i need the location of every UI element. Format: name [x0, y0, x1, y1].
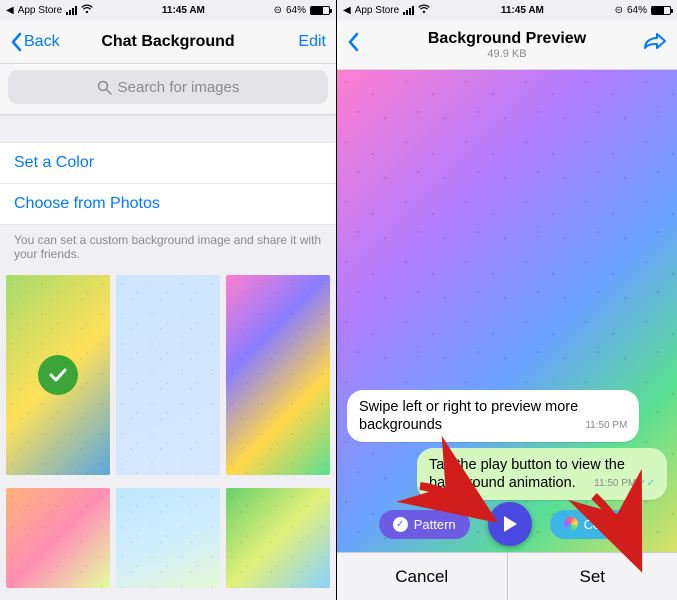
battery-icon	[651, 6, 671, 15]
bg-thumb-1[interactable]	[6, 275, 110, 475]
nav-bar: Back Chat Background Edit	[0, 20, 336, 64]
bg-thumb-6[interactable]	[226, 488, 330, 588]
cancel-button[interactable]: Cancel	[337, 553, 508, 600]
preview-area[interactable]: Swipe left or right to preview more back…	[337, 70, 677, 600]
orientation-lock-icon: ⊝	[274, 5, 282, 16]
share-icon	[643, 32, 667, 52]
bg-thumb-2[interactable]	[116, 275, 220, 475]
screen-chat-background: ◀ App Store 11:45 AM ⊝ 64% Back Chat Bac…	[0, 0, 337, 600]
bottom-toolbar: Cancel Set	[337, 552, 677, 600]
search-input[interactable]: Search for images	[8, 70, 328, 104]
edit-button[interactable]: Edit	[298, 33, 326, 51]
back-to-app-icon[interactable]: ◀	[343, 5, 351, 16]
battery-pct: 64%	[286, 5, 306, 16]
screen-background-preview: ◀ App Store 11:45 AM ⊝ 64% Background Pr…	[337, 0, 677, 600]
play-button[interactable]	[488, 502, 532, 546]
search-icon	[97, 80, 112, 95]
signal-icon	[66, 6, 77, 15]
msg-timestamp: 11:50 PM✓✓	[594, 478, 655, 491]
check-icon: ✓	[393, 517, 408, 532]
set-button[interactable]: Set	[508, 553, 677, 600]
battery-pct: 64%	[627, 5, 647, 16]
page-title: Background Preview 49.9 KB	[337, 30, 677, 60]
msg-bubble-outgoing: Tap the play button to view the backgrou…	[417, 448, 667, 500]
back-to-app-label[interactable]: App Store	[18, 5, 62, 16]
search-container: Search for images	[0, 64, 336, 115]
row-choose-from-photos[interactable]: Choose from Photos	[0, 184, 336, 225]
color-wheel-icon	[564, 517, 578, 531]
back-to-app-icon[interactable]: ◀	[6, 5, 14, 16]
colors-label: Colors	[584, 517, 622, 532]
play-icon	[502, 515, 518, 533]
bg-thumb-5[interactable]	[116, 488, 220, 588]
back-label: Back	[24, 33, 60, 51]
msg-timestamp: 11:50 PM	[585, 420, 627, 433]
colors-button[interactable]: Colors	[550, 510, 636, 539]
search-placeholder: Search for images	[118, 79, 240, 96]
msg-text: Swipe left or right to preview more back…	[359, 399, 578, 433]
section-gap	[0, 115, 336, 143]
selected-check-icon	[38, 355, 78, 395]
clock: 11:45 AM	[162, 5, 205, 16]
back-button[interactable]	[347, 32, 359, 57]
bg-thumb-3[interactable]	[226, 275, 330, 475]
row-set-a-color[interactable]: Set a Color	[0, 143, 336, 184]
share-button[interactable]	[643, 32, 667, 58]
back-to-app-label[interactable]: App Store	[355, 5, 399, 16]
preview-controls: ✓ Pattern Colors	[337, 502, 677, 546]
clock: 11:45 AM	[501, 5, 544, 16]
bg-thumb-4[interactable]	[6, 488, 110, 588]
back-button[interactable]: Back	[10, 32, 60, 52]
read-ticks-icon: ✓✓	[638, 478, 655, 489]
battery-icon	[310, 6, 330, 15]
help-text: You can set a custom background image an…	[0, 225, 336, 269]
nav-bar: Background Preview 49.9 KB	[337, 20, 677, 70]
msg-bubble-incoming: Swipe left or right to preview more back…	[347, 390, 639, 442]
pattern-button[interactable]: ✓ Pattern	[379, 510, 470, 539]
status-bar: ◀ App Store 11:45 AM ⊝ 64%	[337, 0, 677, 20]
background-grid	[0, 269, 336, 600]
orientation-lock-icon: ⊝	[615, 5, 623, 16]
wifi-icon	[81, 4, 93, 16]
pattern-label: Pattern	[414, 517, 456, 532]
signal-icon	[403, 6, 414, 15]
wifi-icon	[418, 4, 430, 16]
page-subtitle: 49.9 KB	[337, 48, 677, 60]
status-bar: ◀ App Store 11:45 AM ⊝ 64%	[0, 0, 336, 20]
